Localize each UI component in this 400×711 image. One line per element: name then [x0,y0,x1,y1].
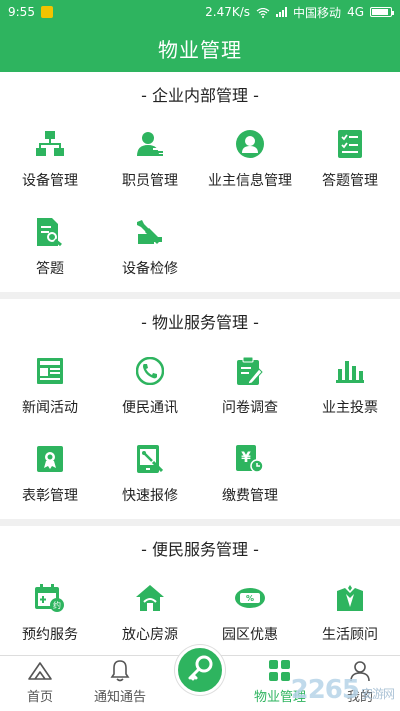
payment-icon: ¥ [234,443,266,475]
house-icon [134,582,166,614]
news-icon [34,355,66,387]
repair-tool-icon [134,216,166,248]
menu-item-housing[interactable]: 放心房源 [100,570,200,655]
menu-item-label: 问卷调查 [222,400,278,416]
center-key-button[interactable] [175,645,225,695]
page-title: 物业管理 [158,37,242,62]
menu-item-owner-vote[interactable]: 业主投票 [300,343,400,431]
key-icon [186,654,214,686]
section-convenience-services: - 便民服务管理 - 约 预约服务 放心房源 % 园区优惠 生活顾问 [0,526,400,655]
menu-item-label: 放心房源 [122,627,178,643]
menu-item-label: 便民通讯 [122,400,178,416]
menu-item-news[interactable]: 新闻活动 [0,343,100,431]
menu-item-survey[interactable]: 问卷调查 [200,343,300,431]
menu-item-park-discount[interactable]: % 园区优惠 [200,570,300,655]
status-time: 9:55 [8,5,35,19]
tab-label: 首页 [26,690,53,705]
document-search-icon [34,216,66,248]
menu-item-booking[interactable]: 约 预约服务 [0,570,100,655]
quick-repair-icon [134,443,166,475]
menu-item-owner-info[interactable]: 业主信息管理 [200,116,300,204]
menu-item-quiz-management[interactable]: 答题管理 [300,116,400,204]
home-icon [27,658,53,684]
calendar-booking-icon: 约 [34,582,66,614]
menu-item-label: 生活顾问 [322,627,378,643]
menu-item-payment[interactable]: ¥ 缴费管理 [200,431,300,519]
discount-icon: % [234,582,266,614]
section-title: - 企业内部管理 - [141,86,259,105]
bell-icon [110,658,130,684]
menu-item-equipment[interactable]: 设备管理 [0,116,100,204]
svg-text:约: 约 [53,600,61,610]
menu-item-equipment-repair[interactable]: 设备检修 [100,204,200,292]
checklist-icon [334,128,366,160]
menu-item-staff[interactable]: 职员管理 [100,116,200,204]
staff-icon [134,128,166,160]
menu-item-label: 答题管理 [322,173,378,189]
menu-item-label: 新闻活动 [22,400,78,416]
watermark-suffix: 安游网 [360,687,395,701]
menu-item-life-advisor[interactable]: 生活顾问 [300,570,400,655]
menu-item-label: 设备管理 [22,173,78,189]
award-icon [34,443,66,475]
wifi-icon [256,7,270,18]
menu-item-quick-repair[interactable]: 快速报修 [100,431,200,519]
owner-profile-icon [234,128,266,160]
tab-home[interactable]: 首页 [0,656,80,711]
bar-chart-icon [334,355,366,387]
menu-item-quiz[interactable]: 答题 [0,204,100,292]
tab-label: 通知通告 [93,690,146,705]
menu-item-label: 快速报修 [122,488,178,504]
signal-icon [276,7,288,17]
menu-item-label: 业主信息管理 [208,173,292,189]
status-bar: 9:55 2.47K/s 中国移动 4G [0,0,400,24]
menu-item-label: 缴费管理 [222,488,278,504]
tab-notice[interactable]: 通知通告 [80,656,160,711]
grid-icon [269,658,291,684]
battery-icon [370,7,394,17]
svg-text:%: % [246,594,254,603]
svg-text:¥: ¥ [241,450,251,466]
menu-item-label: 业主投票 [322,400,378,416]
watermark-number: 2265 [290,675,360,705]
network-speed: 2.47K/s [205,5,251,19]
app-notification-icon [40,6,53,18]
content-area[interactable]: - 企业内部管理 - 设备管理 职员管理 业主信息管理 答题管理 答题 设备检修… [0,72,400,655]
menu-item-label: 表彰管理 [22,488,78,504]
menu-item-label: 职员管理 [122,173,178,189]
menu-item-commendation[interactable]: 表彰管理 [0,431,100,519]
org-chart-icon [34,128,66,160]
section-title: - 便民服务管理 - [141,540,259,559]
menu-item-label: 园区优惠 [222,627,278,643]
menu-item-label: 设备检修 [122,261,178,277]
network-type: 4G [347,5,364,19]
carrier-name: 中国移动 [293,5,342,20]
menu-item-label: 答题 [36,261,64,277]
section-title: - 物业服务管理 - [141,313,259,332]
advisor-icon [334,582,366,614]
menu-item-convenience-contact[interactable]: 便民通讯 [100,343,200,431]
section-property-services: - 物业服务管理 - 新闻活动 便民通讯 问卷调查 业主投票 表彰管理 快速报修… [0,299,400,519]
survey-icon [234,355,266,387]
menu-item-label: 预约服务 [22,627,78,643]
phone-icon [134,355,166,387]
watermark-logo: 2265 安游网 [290,675,395,705]
section-internal-management: - 企业内部管理 - 设备管理 职员管理 业主信息管理 答题管理 答题 设备检修 [0,72,400,292]
app-header: 物业管理 [0,24,400,72]
